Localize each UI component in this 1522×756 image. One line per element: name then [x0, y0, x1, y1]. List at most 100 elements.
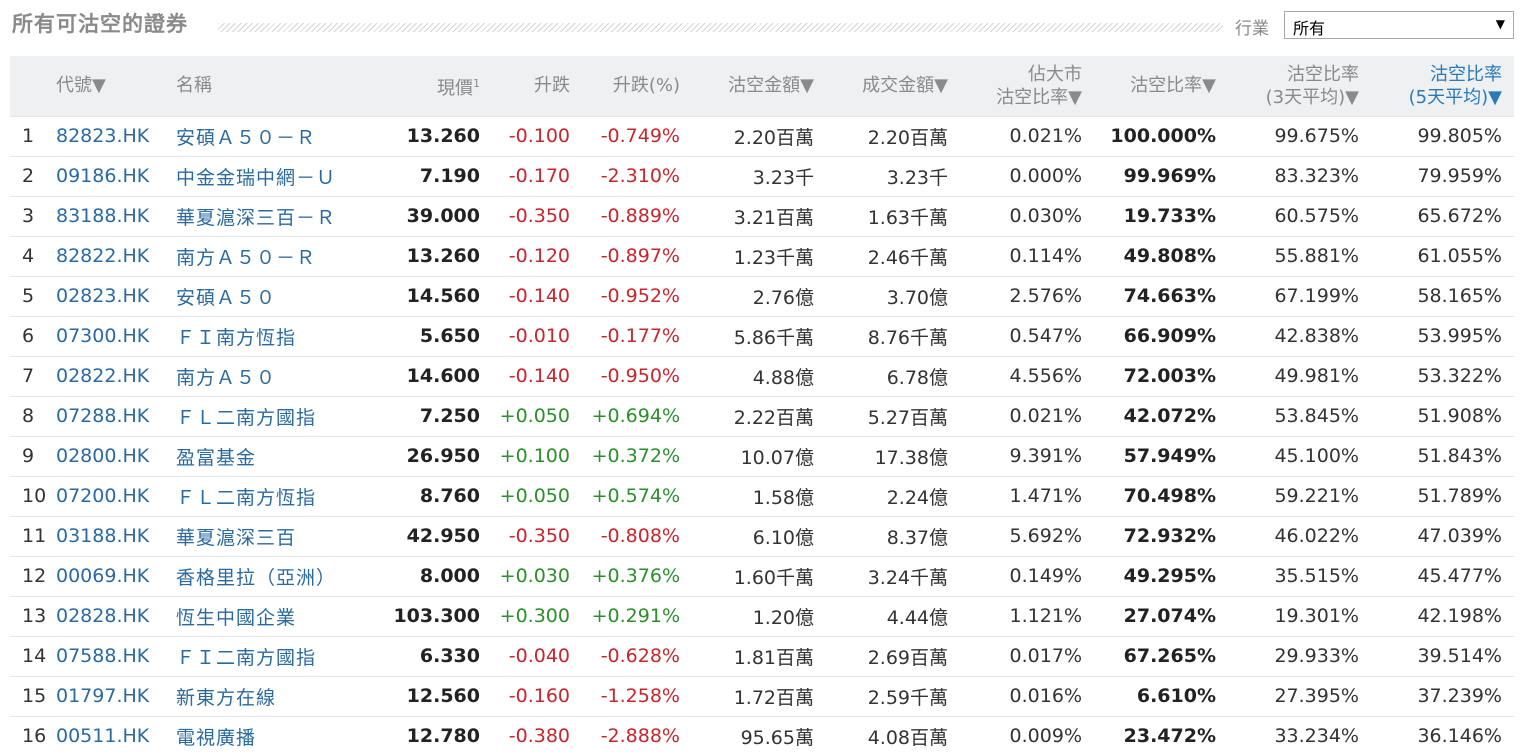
short-ratio-5d-avg: 47.039% [1371, 515, 1514, 556]
stock-code-link[interactable]: 00511.HK [56, 715, 176, 756]
turnover-amount: 6.78億 [826, 355, 960, 396]
price-change-pct: -0.952% [582, 275, 692, 316]
stock-code-link[interactable]: 07300.HK [56, 315, 176, 356]
price-change: -0.350 [492, 195, 582, 236]
price-change: -0.140 [492, 275, 582, 316]
short-amount: 1.72百萬 [692, 675, 826, 716]
price-change-pct: -0.749% [582, 115, 692, 156]
row-index: 12 [10, 555, 56, 596]
turnover-amount: 17.38億 [826, 435, 960, 476]
header-short-ratio-3d[interactable]: 沽空比率 (3天平均)▼ [1228, 56, 1371, 116]
stock-code-link[interactable]: 02823.HK [56, 275, 176, 316]
stock-name-link[interactable]: 香格里拉（亞洲） [176, 555, 384, 596]
stock-code-link[interactable]: 09186.HK [56, 155, 176, 196]
row-index: 8 [10, 395, 56, 436]
row-index: 5 [10, 275, 56, 316]
stock-name-link[interactable]: ＦＬ二南方恆指 [176, 475, 384, 516]
price-change: +0.050 [492, 475, 582, 516]
stock-name-link[interactable]: 電視廣播 [176, 715, 384, 756]
price-change: +0.100 [492, 435, 582, 476]
row-index: 1 [10, 115, 56, 156]
stock-name-link[interactable]: 中金金瑞中網－Ｕ [176, 155, 384, 196]
stock-name-link[interactable]: ＦＩ二南方國指 [176, 635, 384, 676]
short-ratio-3d-avg: 59.221% [1228, 475, 1371, 516]
short-amount: 1.20億 [692, 595, 826, 636]
row-index: 16 [10, 715, 56, 756]
price-change: +0.030 [492, 555, 582, 596]
stock-code-link[interactable]: 01797.HK [56, 675, 176, 716]
stock-code-link[interactable]: 83188.HK [56, 195, 176, 236]
stock-name-link[interactable]: ＦＬ二南方國指 [176, 395, 384, 436]
header-short-amount[interactable]: 沽空金額▼ [692, 56, 826, 116]
market-short-ratio: 0.021% [960, 115, 1094, 156]
stock-name-link[interactable]: 安碩Ａ５０ [176, 275, 384, 316]
stock-code-link[interactable]: 02822.HK [56, 355, 176, 396]
current-price: 103.300 [384, 595, 492, 636]
table-row: 7 02822.HK 南方Ａ５０ 14.600 -0.140 -0.950% 4.88億 6.… [10, 355, 1514, 396]
price-change-pct: +0.376% [582, 555, 692, 596]
stock-code-link[interactable]: 02800.HK [56, 435, 176, 476]
short-ratio-5d-avg: 37.239% [1371, 675, 1514, 716]
row-index: 11 [10, 515, 56, 556]
header-short-ratio-5d-line1: 沽空比率 [1430, 63, 1502, 85]
stock-name-link[interactable]: 新東方在線 [176, 675, 384, 716]
header-index [10, 56, 56, 116]
stock-name-link[interactable]: 華夏滬深三百－Ｒ [176, 195, 384, 236]
industry-select[interactable]: 所有 ▼ [1284, 11, 1514, 39]
title-bar: 所有可沽空的證券 行業 所有 ▼ [0, 0, 1522, 48]
stock-code-link[interactable]: 82823.HK [56, 115, 176, 156]
row-index: 4 [10, 235, 56, 276]
price-change-pct: -0.897% [582, 235, 692, 276]
current-price: 12.780 [384, 715, 492, 756]
stock-name-link[interactable]: 盈富基金 [176, 435, 384, 476]
price-change: -0.140 [492, 355, 582, 396]
short-ratio-5d-avg: 39.514% [1371, 635, 1514, 676]
header-turnover[interactable]: 成交金額▼ [826, 56, 960, 116]
short-sell-table: 代號▼ 名稱 現價1 升跌 升跌(%) 沽空金額▼ 成交金額▼ 佔大市 沽空比率▼… [10, 56, 1514, 756]
short-amount: 3.23千 [692, 155, 826, 196]
short-ratio: 42.072% [1094, 395, 1228, 436]
market-short-ratio: 2.576% [960, 275, 1094, 316]
short-ratio-5d-avg: 79.959% [1371, 155, 1514, 196]
short-ratio: 67.265% [1094, 635, 1228, 676]
price-change: -0.010 [492, 315, 582, 356]
short-ratio: 6.610% [1094, 675, 1228, 716]
stock-code-link[interactable]: 07200.HK [56, 475, 176, 516]
short-ratio-3d-avg: 83.323% [1228, 155, 1371, 196]
short-amount: 1.60千萬 [692, 555, 826, 596]
current-price: 14.560 [384, 275, 492, 316]
stock-name-link[interactable]: 南方Ａ５０ [176, 355, 384, 396]
stock-code-link[interactable]: 07288.HK [56, 395, 176, 436]
header-market-short-ratio[interactable]: 佔大市 沽空比率▼ [960, 56, 1094, 116]
table-row: 10 07200.HK ＦＬ二南方恆指 8.760 +0.050 +0.574% 1.58億… [10, 475, 1514, 516]
row-index: 15 [10, 675, 56, 716]
stock-code-link[interactable]: 07588.HK [56, 635, 176, 676]
short-ratio: 100.000% [1094, 115, 1228, 156]
stock-code-link[interactable]: 00069.HK [56, 555, 176, 596]
header-code[interactable]: 代號▼ [56, 56, 176, 116]
stock-name-link[interactable]: 恆生中國企業 [176, 595, 384, 636]
turnover-amount: 1.63千萬 [826, 195, 960, 236]
turnover-amount: 4.08百萬 [826, 715, 960, 756]
stock-name-link[interactable]: 安碩Ａ５０－Ｒ [176, 115, 384, 156]
stock-code-link[interactable]: 02828.HK [56, 595, 176, 636]
stock-code-link[interactable]: 82822.HK [56, 235, 176, 276]
header-short-ratio[interactable]: 沽空比率▼ [1094, 56, 1228, 116]
price-change-pct: -2.310% [582, 155, 692, 196]
stock-name-link[interactable]: 南方Ａ５０－Ｒ [176, 235, 384, 276]
market-short-ratio: 0.021% [960, 395, 1094, 436]
stock-code-link[interactable]: 03188.HK [56, 515, 176, 556]
short-ratio: 72.932% [1094, 515, 1228, 556]
stock-name-link[interactable]: 華夏滬深三百 [176, 515, 384, 556]
short-ratio-3d-avg: 35.515% [1228, 555, 1371, 596]
turnover-amount: 2.20百萬 [826, 115, 960, 156]
header-market-short-ratio-line1: 佔大市 [1028, 63, 1082, 85]
header-short-ratio-5d[interactable]: 沽空比率 (5天平均)▼ [1371, 56, 1514, 116]
short-ratio-3d-avg: 19.301% [1228, 595, 1371, 636]
header-price-label: 現價 [437, 77, 473, 99]
stock-name-link[interactable]: ＦＩ南方恆指 [176, 315, 384, 356]
short-amount: 1.81百萬 [692, 635, 826, 676]
turnover-amount: 8.76千萬 [826, 315, 960, 356]
short-amount: 4.88億 [692, 355, 826, 396]
table-row: 6 07300.HK ＦＩ南方恆指 5.650 -0.010 -0.177% 5.86千萬 8… [10, 315, 1514, 356]
